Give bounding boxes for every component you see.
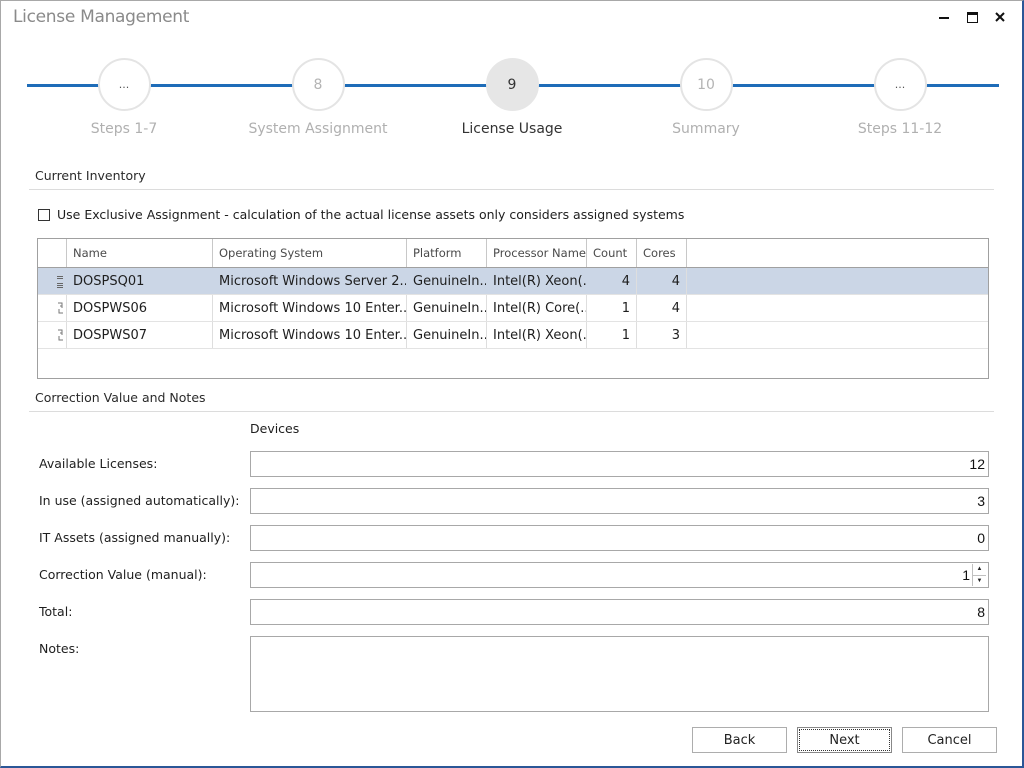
cell-platform: GenuineIn... bbox=[407, 322, 487, 348]
workstation-icon bbox=[38, 295, 67, 321]
column-header-filler bbox=[687, 239, 988, 267]
cell-count: 4 bbox=[587, 268, 637, 294]
it-assets-label: IT Assets (assigned manually): bbox=[39, 530, 231, 545]
close-button[interactable] bbox=[986, 5, 1014, 29]
close-icon bbox=[995, 12, 1005, 22]
cell-processor: Intel(R) Core(... bbox=[487, 295, 587, 321]
cell-name: DOSPWS06 bbox=[67, 295, 213, 321]
step-label: System Assignment bbox=[248, 121, 388, 137]
correction-value[interactable]: 1 bbox=[962, 567, 970, 583]
column-header-processor[interactable]: Processor Name bbox=[487, 239, 587, 267]
step-label: Steps 11-12 bbox=[857, 121, 943, 137]
step-license-usage[interactable]: 9 License Usage bbox=[432, 58, 592, 137]
maximize-icon bbox=[966, 11, 978, 23]
cell-filler bbox=[687, 322, 988, 348]
notes-label: Notes: bbox=[39, 641, 80, 656]
exclusive-assignment-label: Use Exclusive Assignment - calculation o… bbox=[57, 207, 685, 222]
cell-filler bbox=[687, 295, 988, 321]
increment-button[interactable]: ▲ bbox=[973, 564, 986, 576]
devices-column-header: Devices bbox=[250, 421, 300, 436]
in-use-label: In use (assigned automatically): bbox=[39, 493, 240, 508]
exclusive-assignment-checkbox[interactable] bbox=[38, 208, 50, 221]
cell-cores: 3 bbox=[637, 322, 687, 348]
step-steps-1-7[interactable]: ... Steps 1-7 bbox=[44, 58, 204, 137]
step-summary[interactable]: 10 Summary bbox=[626, 58, 786, 137]
available-licenses-label: Available Licenses: bbox=[39, 456, 158, 471]
column-header-platform[interactable]: Platform bbox=[407, 239, 487, 267]
correction-value-stepper[interactable]: 1 ▲ ▼ bbox=[250, 562, 989, 588]
step-system-assignment[interactable]: 8 System Assignment bbox=[238, 58, 398, 137]
column-header-os[interactable]: Operating System bbox=[213, 239, 407, 267]
cell-processor: Intel(R) Xeon(... bbox=[487, 322, 587, 348]
cell-filler bbox=[687, 268, 988, 294]
total-label: Total: bbox=[39, 604, 73, 619]
cell-platform: GenuineIn... bbox=[407, 268, 487, 294]
grid-header: Name Operating System Platform Processor… bbox=[38, 239, 988, 268]
cell-processor: Intel(R) Xeon(... bbox=[487, 268, 587, 294]
minimize-icon bbox=[939, 12, 949, 22]
total-field[interactable]: 8 bbox=[250, 599, 989, 625]
cell-cores: 4 bbox=[637, 295, 687, 321]
step-steps-11-12[interactable]: ... Steps 11-12 bbox=[820, 58, 980, 137]
back-button[interactable]: Back bbox=[692, 727, 787, 753]
cell-cores: 4 bbox=[637, 268, 687, 294]
window-title: License Management bbox=[13, 7, 190, 27]
row-gutter-header bbox=[38, 239, 67, 267]
in-use-field[interactable]: 3 bbox=[250, 488, 989, 514]
inventory-grid: Name Operating System Platform Processor… bbox=[37, 238, 989, 379]
section-divider bbox=[29, 189, 994, 190]
cell-count: 1 bbox=[587, 322, 637, 348]
step-label: License Usage bbox=[461, 121, 563, 137]
maximize-button[interactable] bbox=[958, 5, 986, 29]
table-row[interactable]: DOSPSQ01 Microsoft Windows Server 2... G… bbox=[38, 268, 988, 295]
cell-os: Microsoft Windows Server 2... bbox=[213, 268, 407, 294]
table-row[interactable]: DOSPWS06 Microsoft Windows 10 Enter... G… bbox=[38, 295, 988, 322]
cell-name: DOSPWS07 bbox=[67, 322, 213, 348]
step-label: Summary bbox=[672, 121, 740, 137]
arrow-up-icon: ▲ bbox=[976, 566, 983, 573]
current-inventory-heading: Current Inventory bbox=[35, 168, 146, 183]
correction-heading: Correction Value and Notes bbox=[35, 390, 206, 405]
column-header-name[interactable]: Name bbox=[67, 239, 213, 267]
available-licenses-field[interactable]: 12 bbox=[250, 451, 989, 477]
column-header-cores[interactable]: Cores bbox=[637, 239, 687, 267]
column-header-count[interactable]: Count bbox=[587, 239, 637, 267]
correction-value-label: Correction Value (manual): bbox=[39, 567, 207, 582]
notes-textarea[interactable] bbox=[250, 636, 989, 712]
wizard-stepper: ... Steps 1-7 8 System Assignment 9 Lice… bbox=[27, 58, 999, 148]
workstation-icon bbox=[38, 322, 67, 348]
server-icon bbox=[38, 268, 67, 294]
next-button[interactable]: Next bbox=[797, 727, 892, 753]
minimize-button[interactable] bbox=[930, 5, 958, 29]
cancel-button[interactable]: Cancel bbox=[902, 727, 997, 753]
it-assets-field[interactable]: 0 bbox=[250, 525, 989, 551]
window-controls bbox=[930, 5, 1014, 29]
step-badge: ... bbox=[97, 58, 151, 111]
cell-platform: GenuineIn... bbox=[407, 295, 487, 321]
section-divider bbox=[29, 411, 994, 412]
step-badge: 10 bbox=[679, 58, 733, 111]
decrement-button[interactable]: ▼ bbox=[973, 576, 986, 587]
step-label: Steps 1-7 bbox=[90, 121, 158, 137]
cell-name: DOSPSQ01 bbox=[67, 268, 213, 294]
step-badge: ... bbox=[873, 58, 927, 111]
spinner-buttons: ▲ ▼ bbox=[972, 564, 986, 586]
arrow-down-icon: ▼ bbox=[976, 577, 983, 584]
license-management-window: License Management ... Steps 1-7 8 Syste… bbox=[0, 0, 1024, 768]
cell-count: 1 bbox=[587, 295, 637, 321]
cell-os: Microsoft Windows 10 Enter... bbox=[213, 295, 407, 321]
exclusive-assignment-option[interactable]: Use Exclusive Assignment - calculation o… bbox=[38, 207, 684, 222]
table-row[interactable]: DOSPWS07 Microsoft Windows 10 Enter... G… bbox=[38, 322, 988, 349]
cell-os: Microsoft Windows 10 Enter... bbox=[213, 322, 407, 348]
step-badge: 9 bbox=[485, 58, 539, 111]
step-badge: 8 bbox=[291, 58, 345, 111]
